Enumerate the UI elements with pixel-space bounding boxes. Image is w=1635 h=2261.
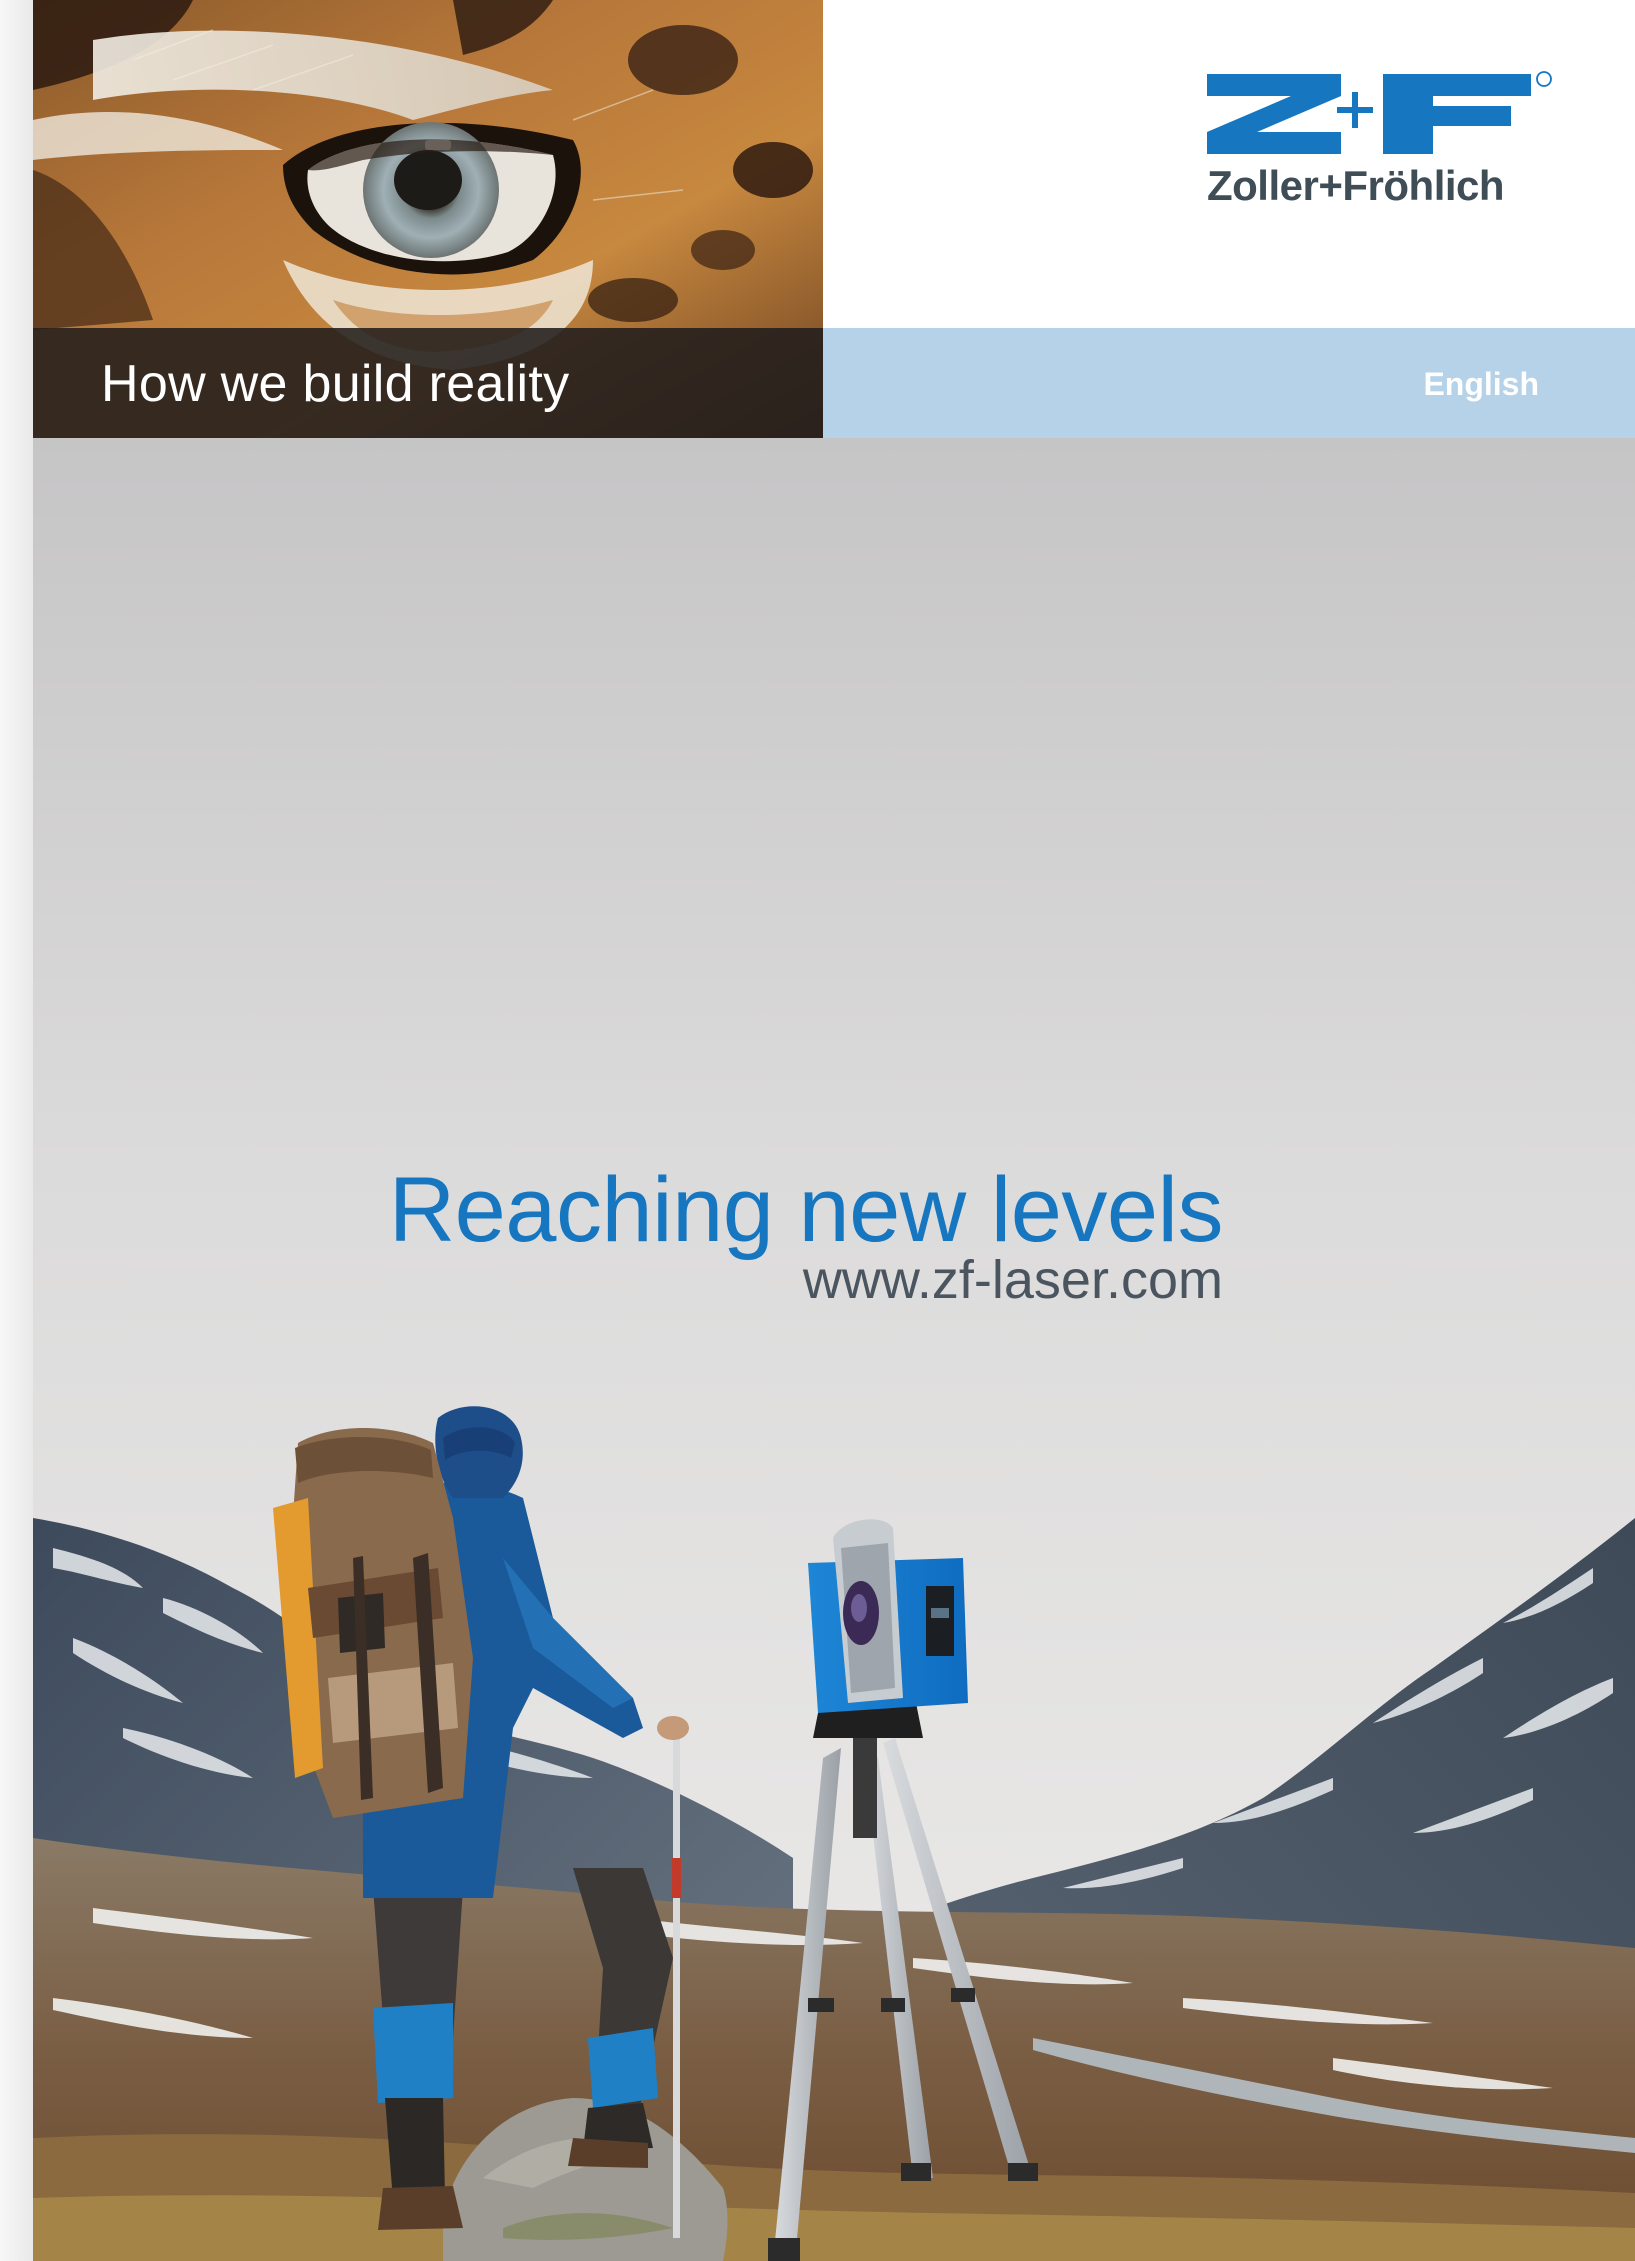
brochure-cover: How we build reality Zoller+Fröhlich Eng…	[33, 0, 1635, 2261]
website-link[interactable]: www.zf-laser.com	[33, 1249, 1223, 1311]
mountain-scene-photo: Reaching new levels www.zf-laser.com	[33, 438, 1635, 2261]
language-label: English	[1423, 366, 1539, 402]
headline: Reaching new levels	[388, 1159, 1224, 1261]
page-edge	[0, 0, 33, 2261]
logo-brand-name: Zoller+Fröhlich	[1207, 162, 1505, 209]
zf-logo: Zoller+Fröhlich	[1171, 70, 1591, 220]
language-bar: English	[823, 328, 1635, 438]
tagline-bar: How we build reality	[33, 328, 823, 438]
tagline: How we build reality	[101, 355, 570, 413]
zf-logo-mark	[1207, 71, 1552, 154]
